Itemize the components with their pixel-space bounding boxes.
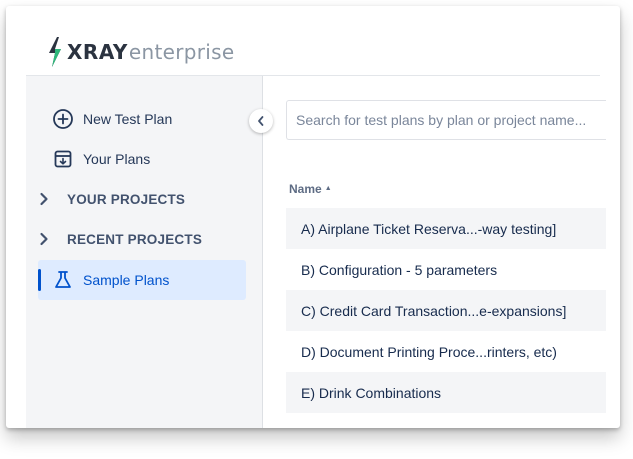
app-window: XRAY enterprise New Test Plan Your Plans	[6, 6, 620, 428]
sidebar-item-sample-plans[interactable]: Sample Plans	[38, 260, 246, 300]
flask-icon	[52, 269, 74, 291]
plus-circle-icon	[52, 108, 74, 130]
column-header-label: Name	[289, 182, 322, 196]
brand-name-light: enterprise	[128, 40, 235, 64]
column-header-name[interactable]: Name ▲	[289, 182, 332, 196]
brand-name-bold: XRAY	[67, 40, 128, 64]
archive-box-icon	[52, 148, 74, 170]
table-row[interactable]: D) Document Printing Proce...rinters, et…	[286, 331, 606, 372]
row-plan-name: D) Document Printing Proce...rinters, et…	[301, 343, 557, 360]
row-plan-name: B) Configuration - 5 parameters	[301, 261, 498, 278]
sidebar-item-your-plans[interactable]: Your Plans	[38, 139, 246, 179]
sidebar-item-recent-projects[interactable]: RECENT PROJECTS	[38, 219, 246, 259]
sidebar-item-label: YOUR PROJECTS	[67, 191, 186, 207]
search-box[interactable]	[286, 100, 606, 140]
sidebar-item-label: RECENT PROJECTS	[67, 231, 203, 247]
sidebar-item-new-test-plan[interactable]: New Test Plan	[38, 99, 246, 139]
search-input[interactable]	[296, 112, 606, 128]
table-row[interactable]: C) Credit Card Transaction...e-expansion…	[286, 290, 606, 331]
plans-list: A) Airplane Ticket Reserva...-way testin…	[286, 208, 606, 413]
sort-ascending-icon: ▲	[324, 184, 332, 192]
chevron-right-icon	[38, 232, 50, 246]
chevron-right-icon	[38, 192, 50, 206]
collapse-sidebar-button[interactable]	[249, 109, 273, 133]
table-row[interactable]: E) Drink Combinations	[286, 372, 606, 413]
table-row[interactable]: A) Airplane Ticket Reserva...-way testin…	[286, 208, 606, 249]
sidebar-item-label: Sample Plans	[83, 272, 170, 288]
sidebar-item-label: Your Plans	[83, 151, 151, 167]
lightning-bolt-icon	[49, 37, 61, 67]
row-plan-name: E) Drink Combinations	[301, 384, 442, 401]
sidebar-item-your-projects[interactable]: YOUR PROJECTS	[38, 179, 246, 219]
chevron-left-icon	[258, 116, 264, 126]
xray-enterprise-logo: XRAY enterprise	[46, 34, 234, 70]
row-plan-name: A) Airplane Ticket Reserva...-way testin…	[301, 220, 557, 237]
table-row[interactable]: B) Configuration - 5 parameters	[286, 249, 606, 290]
sidebar-item-label: New Test Plan	[83, 111, 173, 127]
row-plan-name: C) Credit Card Transaction...e-expansion…	[301, 302, 567, 319]
